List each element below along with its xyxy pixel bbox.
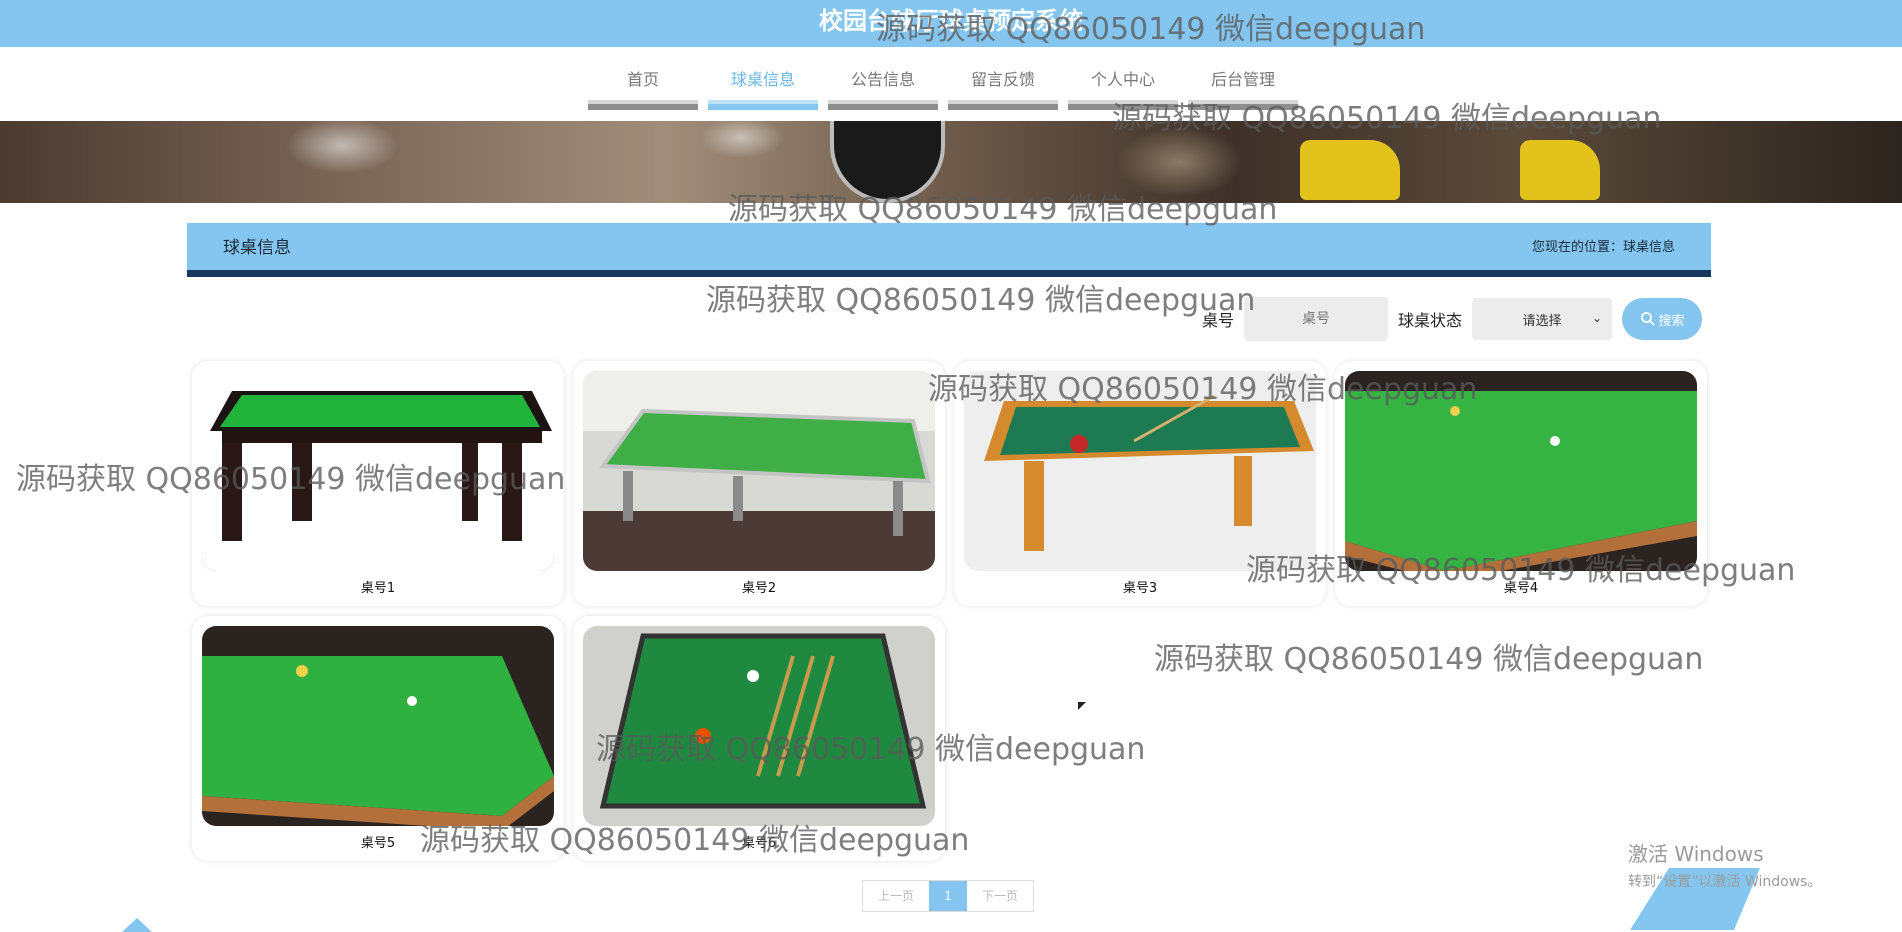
table-card[interactable]: 桌号2 xyxy=(573,361,945,606)
nav-item-home[interactable]: 首页 xyxy=(588,66,698,110)
windows-activation-notice: 激活 Windows 转到“设置”以激活 Windows。 xyxy=(1628,838,1821,891)
nav-item-bar xyxy=(828,100,938,110)
nav-item-label: 个人中心 xyxy=(1090,70,1155,89)
next-page-button[interactable]: 下一页 xyxy=(967,881,1033,911)
nav-item-feedback[interactable]: 留言反馈 xyxy=(948,66,1058,110)
watermark: 源码获取 QQ86050149 微信deepguan xyxy=(728,192,1278,227)
nav-item-bar xyxy=(948,100,1058,110)
table-status-selected: 请选择 xyxy=(1522,313,1562,329)
banner-toy-decoration xyxy=(1300,140,1400,200)
mouse-cursor-icon xyxy=(1078,702,1086,710)
nav-item-bar xyxy=(588,100,698,110)
chevron-down-icon: ⌄ xyxy=(1591,311,1603,325)
watermark: 源码获取 QQ86050149 微信deepguan xyxy=(596,732,1146,767)
prev-page-button[interactable]: 上一页 xyxy=(863,881,929,911)
billiard-table-image xyxy=(202,626,554,826)
pagination: 上一页 1 下一页 xyxy=(862,880,1034,912)
table-photo xyxy=(583,371,935,571)
search-button[interactable]: 搜索 xyxy=(1622,298,1703,340)
section-header: 球桌信息 您现在的位置：球桌信息 xyxy=(187,223,1711,277)
nav-item-tables[interactable]: 球桌信息 xyxy=(708,66,818,110)
table-status-label: 球桌状态 xyxy=(1398,311,1463,330)
watermark: 源码获取 QQ86050149 微信deepguan xyxy=(706,283,1256,318)
watermark: 源码获取 QQ86050149 微信deepguan xyxy=(1154,642,1704,677)
nav-item-label: 球桌信息 xyxy=(730,70,795,89)
table-status-select[interactable]: 请选择 ⌄ xyxy=(1472,298,1613,340)
table-number-input[interactable] xyxy=(1244,297,1389,341)
current-page[interactable]: 1 xyxy=(929,881,967,911)
table-card-name: 桌号2 xyxy=(741,581,777,596)
section-title: 球桌信息 xyxy=(223,238,291,258)
search-icon xyxy=(1640,312,1655,326)
search-button-label: 搜索 xyxy=(1658,313,1685,329)
table-card-name: 桌号1 xyxy=(360,581,396,596)
nav-item-label: 首页 xyxy=(626,70,659,89)
table-photo xyxy=(202,626,554,826)
nav-item-announcements[interactable]: 公告信息 xyxy=(828,66,938,110)
nav-item-label: 公告信息 xyxy=(850,70,915,89)
nav-item-label: 留言反馈 xyxy=(970,70,1035,89)
watermark: 源码获取 QQ86050149 微信deepguan xyxy=(16,462,566,497)
nav-item-label: 后台管理 xyxy=(1210,70,1275,89)
billiard-table-image xyxy=(583,371,935,571)
windows-activation-hint: 转到“设置”以激活 Windows。 xyxy=(1628,874,1822,890)
nav-item-bar xyxy=(708,100,818,110)
watermark: 源码获取 QQ86050149 微信deepguan xyxy=(928,372,1478,407)
windows-activation-title: 激活 Windows xyxy=(1628,842,1764,866)
watermark: 源码获取 QQ86050149 微信deepguan xyxy=(420,823,970,858)
banner-toy-decoration xyxy=(1520,140,1600,200)
breadcrumb: 您现在的位置：球桌信息 xyxy=(1531,240,1675,255)
watermark: 源码获取 QQ86050149 微信deepguan xyxy=(1112,101,1662,136)
search-bar: 桌号 球桌状态 请选择 ⌄ 搜索 xyxy=(1202,297,1703,341)
watermark: 源码获取 QQ86050149 微信deepguan xyxy=(1246,553,1796,588)
watermark: 源码获取 QQ86050149 微信deepguan xyxy=(876,12,1426,47)
